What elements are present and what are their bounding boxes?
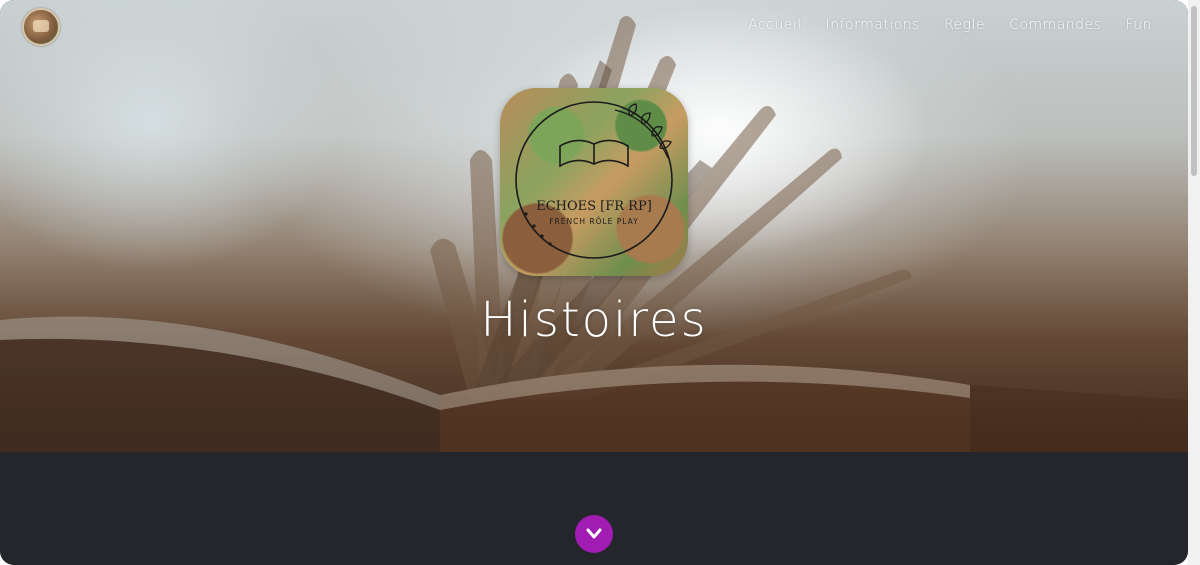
- vertical-scrollbar[interactable]: [1188, 0, 1200, 565]
- chevron-down-icon: [586, 528, 602, 539]
- echoes-badge-logo: ECHOES [FR RP] FRENCH RÔLE PLAY: [500, 88, 688, 276]
- page-frame: Accueil Informations Règle Commandes Fun: [0, 0, 1188, 565]
- nav-item-informations[interactable]: Informations: [826, 17, 920, 33]
- nav-item-accueil[interactable]: Accueil: [748, 17, 802, 33]
- hero-banner: Accueil Informations Règle Commandes Fun: [0, 0, 1188, 452]
- main-nav: Accueil Informations Règle Commandes Fun: [748, 17, 1152, 33]
- nav-item-fun[interactable]: Fun: [1125, 17, 1152, 33]
- leaf-branch-icon: [614, 103, 672, 159]
- dots-decoration: [524, 212, 552, 246]
- nav-item-commandes[interactable]: Commandes: [1009, 17, 1101, 33]
- page-title: Histoires: [480, 292, 708, 348]
- book-icon: [559, 139, 629, 168]
- nav-item-regle[interactable]: Règle: [944, 17, 985, 33]
- server-logo-icon[interactable]: [22, 8, 60, 46]
- scroll-down-button[interactable]: [575, 515, 613, 553]
- badge-tagline: FRENCH RÔLE PLAY: [549, 217, 639, 226]
- badge-name: ECHOES [FR RP]: [536, 199, 652, 214]
- scrollbar-thumb[interactable]: [1191, 6, 1197, 176]
